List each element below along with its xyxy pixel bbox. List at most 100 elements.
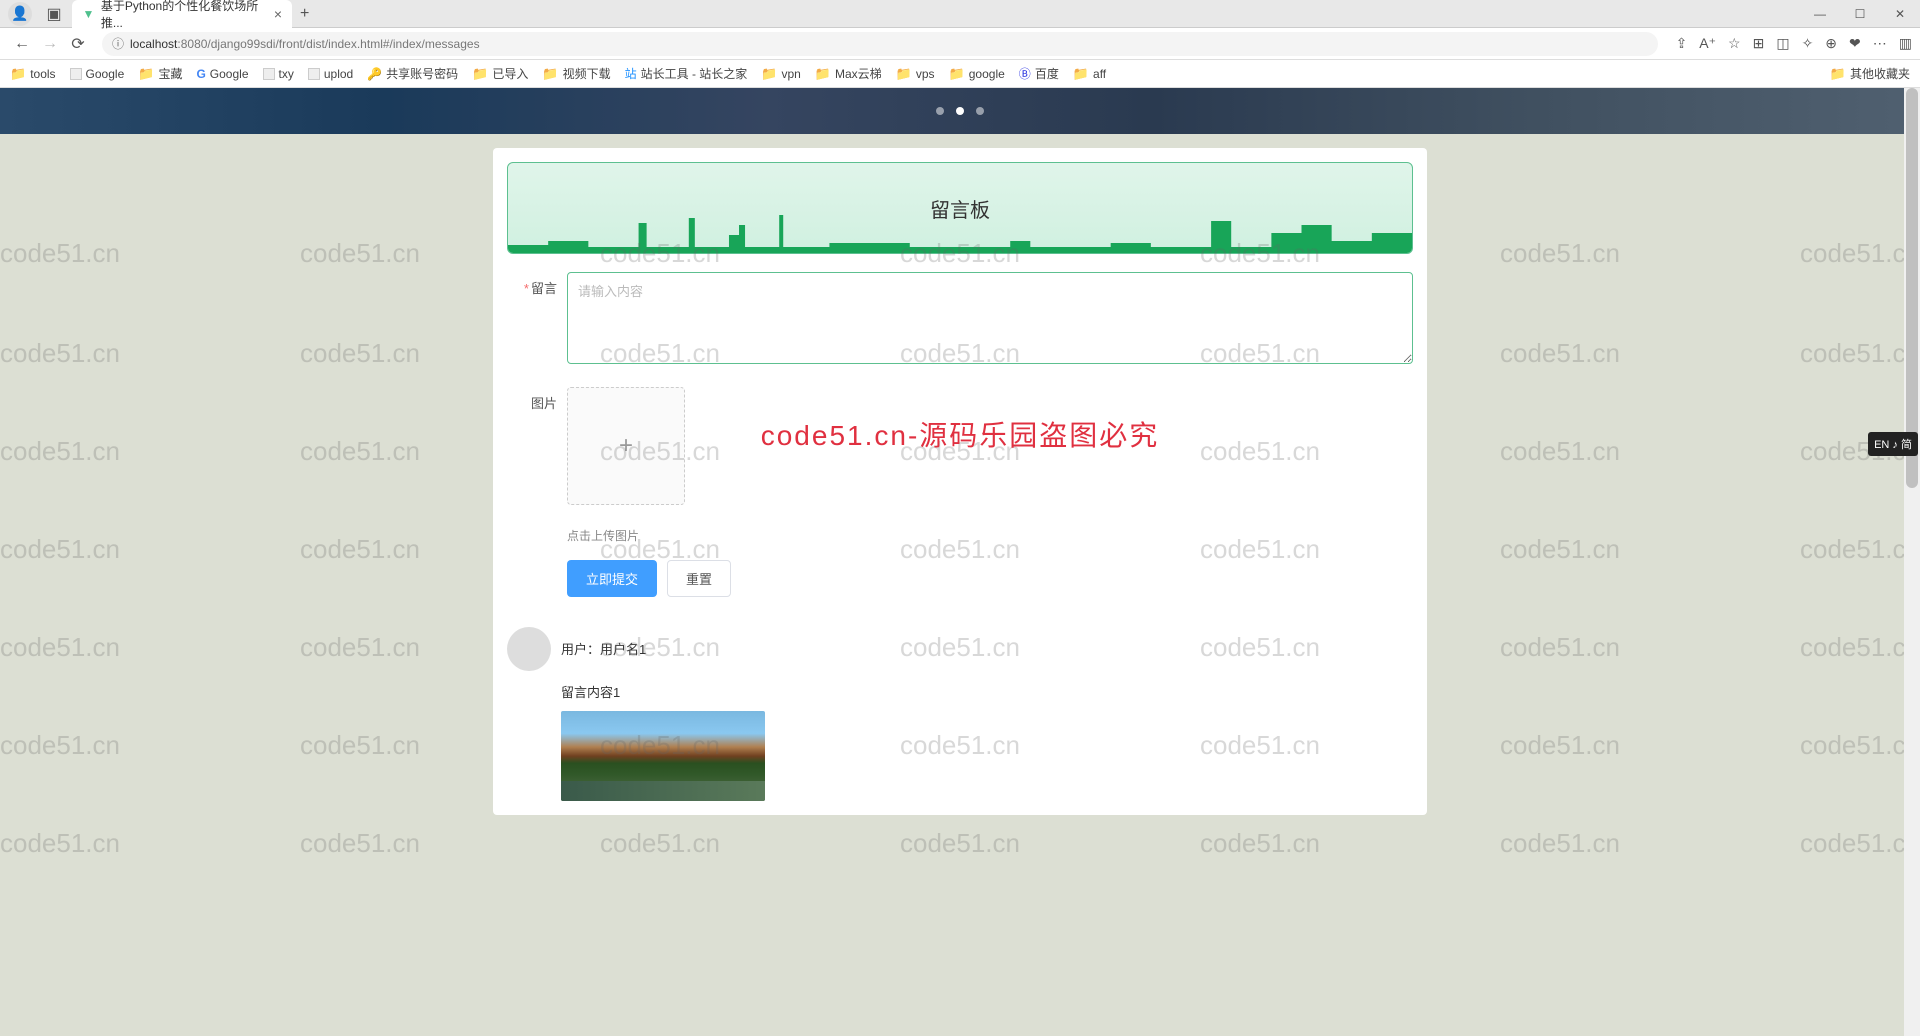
folder-icon: 📁 (896, 66, 912, 82)
page-icon (308, 68, 320, 80)
address-bar: ← → ⟳ ⓘ localhost:8080/django99sdi/front… (0, 28, 1920, 60)
carousel-dot[interactable] (936, 107, 944, 115)
bookmark-label: 站长工具 - 站长之家 (641, 65, 748, 82)
message-user-label: 用户：用户名1 (561, 639, 1413, 658)
forward-button[interactable]: → (36, 35, 64, 53)
bookmark-item[interactable]: 📁 vpn (761, 66, 801, 82)
bookmark-item[interactable]: Ⓑ百度 (1019, 65, 1059, 82)
collections-icon[interactable]: ⊕ (1825, 35, 1837, 52)
bookmark-item[interactable]: uplod (308, 67, 353, 81)
message-input[interactable] (567, 272, 1413, 364)
reset-button[interactable]: 重置 (667, 560, 731, 597)
bookmark-item[interactable]: txy (263, 67, 294, 81)
image-upload-button[interactable]: + (567, 387, 685, 505)
site-info-icon[interactable]: ⓘ (112, 35, 124, 52)
sync-icon[interactable]: ❤ (1849, 35, 1861, 52)
folder-icon: 📁 (1073, 66, 1089, 82)
bookmark-item[interactable]: G Google (196, 67, 248, 81)
minimize-button[interactable]: — (1800, 7, 1840, 21)
tab-title: 基于Python的个性化餐饮场所推... (101, 0, 266, 31)
sidebar-icon[interactable]: ▥ (1899, 35, 1912, 52)
carousel-dot-active[interactable] (956, 107, 964, 115)
tab-overview-icon[interactable]: ▣ (40, 0, 68, 28)
baidu-icon: Ⓑ (1019, 65, 1031, 82)
folder-icon: 📁 (761, 66, 777, 82)
message-image[interactable] (561, 711, 765, 801)
url-input[interactable]: ⓘ localhost:8080/django99sdi/front/dist/… (102, 32, 1658, 56)
carousel-dot[interactable] (976, 107, 984, 115)
bookmark-item[interactable]: 📁 vps (896, 66, 935, 82)
folder-icon: 📁 (10, 66, 26, 82)
bookmark-item[interactable]: 🔑 共享账号密码 (367, 65, 458, 82)
center-watermark: code51.cn-源码乐园盗图必究 (761, 414, 1160, 454)
image-label: 图片 (507, 387, 567, 597)
scrollbar-track[interactable] (1904, 88, 1920, 1036)
message-board-card: 留言板 *留言 图片 + 点击上传图片 立即提交 重置 (493, 148, 1427, 815)
extensions-icon[interactable]: ⊞ (1753, 35, 1765, 52)
carousel-banner[interactable] (0, 88, 1920, 134)
page-icon (70, 68, 82, 80)
page-viewport: 留言板 *留言 图片 + 点击上传图片 立即提交 重置 (0, 88, 1920, 1036)
bookmark-item[interactable]: Google (70, 67, 125, 81)
bookmark-item[interactable]: 📁宝藏 (138, 65, 182, 82)
bookmark-item[interactable]: 📁tools (10, 66, 56, 82)
bookmark-label: uplod (324, 67, 353, 81)
bookmark-item[interactable]: 📁已导入 (472, 65, 528, 82)
page-icon (263, 68, 275, 80)
scrollbar-thumb[interactable] (1906, 88, 1918, 488)
message-field-row: *留言 (507, 272, 1413, 369)
maximize-button[interactable]: ☐ (1840, 7, 1880, 21)
upload-hint: 点击上传图片 (567, 527, 1413, 544)
bookmark-item[interactable]: 📁google (949, 66, 1005, 82)
refresh-button[interactable]: ⟳ (64, 34, 92, 54)
browser-tab[interactable]: ▼ 基于Python的个性化餐饮场所推... × (72, 0, 292, 28)
folder-icon: 📁 (815, 66, 831, 82)
form-buttons: 立即提交 重置 (567, 560, 1413, 597)
bookmark-label: vpn (781, 67, 800, 81)
password-icon: 🔑 (367, 67, 382, 81)
close-window-button[interactable]: ✕ (1880, 7, 1920, 21)
favorite-icon[interactable]: ☆ (1728, 35, 1741, 52)
bookmark-label: 百度 (1035, 65, 1059, 82)
bookmark-item[interactable]: 📁 aff (1073, 66, 1106, 82)
bookmark-item[interactable]: 站站长工具 - 站长之家 (625, 65, 748, 82)
message-label: *留言 (507, 272, 567, 369)
share-icon[interactable]: ⇪ (1676, 35, 1688, 52)
bookmarks-bar: 📁toolsGoogle📁宝藏GGoogletxyuplod🔑共享账号密码📁已导… (0, 60, 1920, 88)
message-content: 留言内容1 (561, 682, 1413, 701)
bookmark-label: Google (210, 67, 249, 81)
folder-icon: 📁 (949, 66, 965, 82)
google-icon: G (196, 67, 205, 81)
bookmark-label: 视频下载 (563, 65, 611, 82)
addfav-icon[interactable]: ✧ (1802, 35, 1814, 52)
read-aloud-icon[interactable]: A⁺ (1699, 35, 1716, 52)
ime-indicator[interactable]: EN ♪ 简 (1868, 432, 1918, 456)
bookmark-label: Max云梯 (835, 65, 882, 82)
bookmark-label: 共享账号密码 (386, 65, 458, 82)
profile-icon[interactable]: 👤 (8, 2, 32, 26)
bookmark-label: 已导入 (492, 65, 528, 82)
folder-icon: 📁 (542, 66, 558, 82)
message-item: 用户：用户名1 留言内容1 (507, 627, 1413, 801)
vue-favicon-icon: ▼ (82, 7, 95, 21)
submit-button[interactable]: 立即提交 (567, 560, 657, 597)
bookmark-label: txy (279, 67, 294, 81)
bookmark-label: aff (1093, 67, 1106, 81)
close-tab-icon[interactable]: × (274, 6, 282, 22)
url-text: localhost:8080/django99sdi/front/dist/in… (130, 37, 480, 51)
bookmark-label: 宝藏 (158, 65, 182, 82)
other-bookmarks[interactable]: 📁其他收藏夹 (1830, 65, 1910, 82)
more-icon[interactable]: ⋯ (1873, 35, 1887, 52)
bookmark-label: vps (916, 67, 935, 81)
chinaz-icon: 站 (625, 65, 637, 82)
folder-icon: 📁 (472, 66, 488, 82)
folder-icon: 📁 (138, 66, 154, 82)
bookmark-item[interactable]: 📁Max云梯 (815, 65, 882, 82)
new-tab-button[interactable]: + (300, 5, 309, 23)
user-avatar (507, 627, 551, 671)
browser-chrome: 👤 ▣ ▼ 基于Python的个性化餐饮场所推... × + — ☐ ✕ ← →… (0, 0, 1920, 88)
carousel-dots[interactable] (936, 107, 984, 115)
split-icon[interactable]: ◫ (1776, 35, 1789, 52)
bookmark-item[interactable]: 📁 视频下载 (542, 65, 610, 82)
back-button[interactable]: ← (8, 35, 36, 53)
